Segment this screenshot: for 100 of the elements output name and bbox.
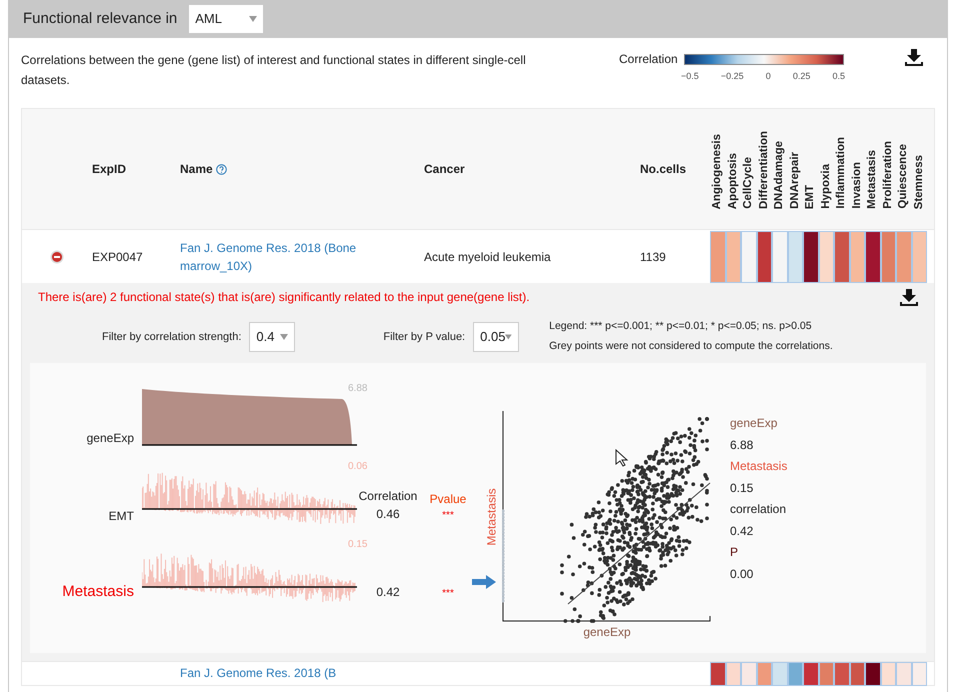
info-label: geneExp — [730, 415, 778, 432]
state-column-header: Differentiation — [758, 131, 771, 209]
heatmap-cell[interactable] — [803, 662, 818, 686]
column-header: No.cells — [640, 161, 688, 178]
heatmap-cell[interactable] — [818, 662, 834, 686]
scale-tick: 0 — [766, 70, 771, 83]
info-label: Metastasis — [730, 458, 788, 475]
y-axis-label: Metastasis — [484, 488, 500, 546]
trace-max-label: 0.06 — [348, 460, 368, 474]
caret-icon — [280, 334, 288, 340]
legend-note: Grey points were not considered to compute the correlations. — [549, 339, 833, 354]
dataset-link[interactable]: Fan J. Genome Res. 2018 (Bone marrow_10X) — [180, 238, 424, 274]
info-value: 0.42 — [730, 522, 754, 540]
caret-icon — [249, 16, 258, 22]
filter-select[interactable]: 0.4 — [249, 322, 296, 352]
state-column-header: Quiescence — [897, 144, 910, 209]
legend-title: Correlation — [619, 51, 678, 68]
state-column-header: EMT — [804, 184, 818, 209]
trace-label: Metastasis — [62, 582, 134, 602]
heatmap-cell[interactable] — [865, 230, 880, 282]
heatmap-cell[interactable] — [741, 662, 756, 686]
info-value: 0.00 — [730, 566, 754, 582]
heatmap-cell[interactable] — [834, 662, 850, 686]
info-value: 0.15 — [730, 480, 754, 496]
info-label: correlation — [730, 501, 788, 518]
heatmap-cell[interactable] — [912, 662, 927, 686]
heatmap-cell[interactable] — [803, 230, 818, 282]
heatmap-cell[interactable] — [710, 662, 726, 686]
heatmap-cell[interactable] — [896, 230, 912, 282]
heatmap-cell[interactable] — [788, 230, 803, 282]
state-column-header: Proliferation — [882, 141, 895, 209]
significance-message: There is(are) 2 functional state(s) that is(are) significantly related to the input gene(gene list). — [38, 289, 530, 306]
cursor-icon — [615, 449, 629, 467]
heatmap-cell[interactable] — [850, 230, 865, 282]
help-icon[interactable] — [216, 164, 227, 174]
table-row[interactable]: EXP0047 Fan J. Genome Res. 2018 (Bone marrow_10X) Acute myeloid leukemia 1139 — [22, 229, 934, 283]
heatmap-cell[interactable] — [788, 662, 803, 686]
heatmap-cell[interactable] — [772, 662, 788, 686]
caret-icon — [505, 334, 512, 340]
info-label: P — [730, 544, 740, 561]
description-text: Correlations between the gene (gene list) of interest and functional states in different single-cell datasets. — [21, 52, 527, 89]
heatmap-cell[interactable] — [834, 230, 850, 282]
heatmap-cell[interactable] — [850, 662, 865, 686]
table-cell-text: Acute myeloid leukemia — [424, 248, 552, 266]
state-column-header: Metastasis — [866, 150, 880, 209]
heatmap-cell[interactable] — [741, 230, 756, 282]
correlation-value: 0.46 — [376, 506, 400, 523]
correlation-header: Correlation — [358, 488, 418, 505]
arrow-icon — [472, 575, 496, 589]
state-column-header: Apoptosis — [726, 152, 740, 209]
scale-tick: 0.5 — [832, 70, 845, 83]
state-column-header: Angiogenesis — [711, 134, 724, 209]
trace-max-label: 0.15 — [348, 538, 368, 552]
download-icon[interactable] — [900, 288, 918, 306]
dataset-link[interactable]: Fan J. Genome Res. 2018 (B — [180, 662, 424, 682]
pvalue-stars: *** — [442, 587, 454, 601]
heatmap-cell[interactable] — [880, 662, 896, 686]
heatmap-cell[interactable] — [772, 230, 788, 282]
dataset-select[interactable]: AML — [189, 5, 264, 33]
legend-note: Legend: *** p<=0.001; ** p<=0.01; * p<=0.05; ns. p>0.05 — [549, 319, 813, 334]
state-column-header: Inflammation — [835, 137, 848, 209]
x-axis-label: geneExp — [583, 624, 631, 641]
state-column-header: CellCycle — [742, 157, 756, 209]
column-header: Cancer — [424, 161, 466, 178]
state-column-header: Hypoxia — [820, 164, 833, 209]
section-title: Functional relevance in — [23, 8, 178, 29]
filter-select[interactable]: 0.05 — [473, 322, 520, 352]
state-column-header: Invasion — [850, 162, 864, 209]
download-icon[interactable] — [905, 48, 923, 66]
heatmap-cell[interactable] — [726, 662, 741, 686]
trace-label: geneExp — [86, 430, 134, 447]
table-row[interactable]: Fan J. Genome Res. 2018 (B — [22, 661, 934, 685]
state-column-header: Stemness — [912, 154, 926, 209]
heatmap-cell[interactable] — [756, 230, 772, 282]
heatmap-cell[interactable] — [896, 662, 912, 686]
info-value: 6.88 — [730, 436, 754, 454]
state-column-header: DNAdamage — [773, 140, 786, 209]
scale-tick: 0.25 — [792, 70, 810, 83]
table-cell-text: EXP0047 — [92, 248, 144, 266]
pvalue-stars: *** — [442, 509, 454, 523]
heatmap-cell[interactable] — [880, 230, 896, 282]
correlation-value: 0.42 — [376, 584, 400, 601]
scale-tick: −0.5 — [681, 70, 699, 83]
heatmap-cell[interactable] — [912, 230, 927, 282]
pvalue-header: Pvalue — [430, 491, 466, 508]
trace-max-label: 6.88 — [348, 382, 368, 396]
trace-label: EMT — [108, 508, 134, 525]
heatmap-cell[interactable] — [865, 662, 880, 686]
scale-tick: −0.25 — [720, 70, 744, 83]
collapse-icon[interactable] — [50, 250, 64, 264]
heatmap-cell[interactable] — [726, 230, 741, 282]
heatmap-cell[interactable] — [818, 230, 834, 282]
heatmap-cell[interactable] — [756, 662, 772, 686]
heatmap-cell[interactable] — [710, 230, 726, 282]
filter-label: Filter by correlation strength: — [102, 330, 242, 345]
state-column-header: DNArepair — [788, 152, 802, 209]
column-header: Name — [180, 160, 424, 178]
filter-label: Filter by P value: — [383, 330, 466, 345]
table-cell-text: 1139 — [640, 248, 667, 266]
column-header: ExpID — [92, 161, 128, 178]
